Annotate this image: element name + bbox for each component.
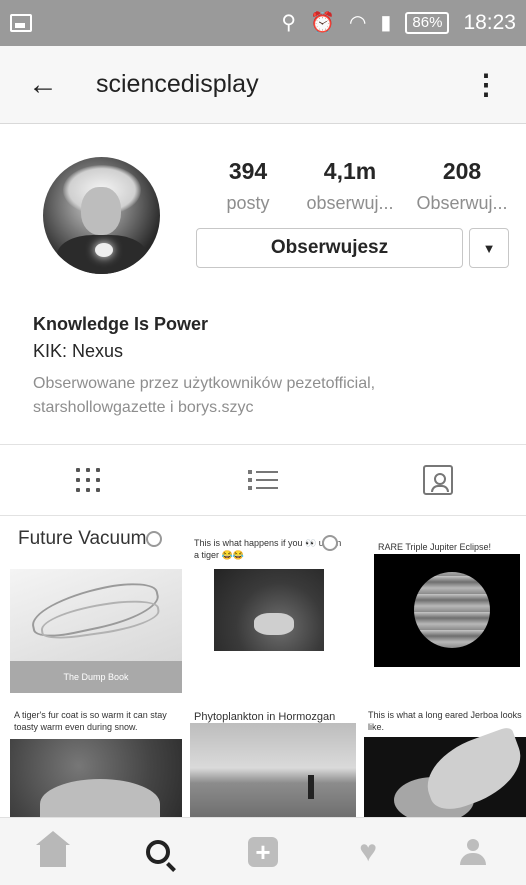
stat-posts-label: posty [226,193,270,213]
profile-username: sciencedisplay [96,70,259,98]
post-image [214,569,324,651]
stat-following-count: 208 [442,158,482,184]
nav-profile[interactable] [443,827,503,877]
nav-search[interactable] [128,827,188,877]
caret-down-icon: ▼ [482,240,496,256]
tab-list[interactable] [175,445,350,515]
heart-icon: ♥ [359,834,378,868]
post-image [10,739,182,817]
stat-followers-count: 4,1m [323,158,377,184]
stat-posts-count: 394 [228,158,268,184]
post-image [10,569,182,661]
nav-activity[interactable]: ♥ [338,827,398,877]
grid-icon [75,468,100,492]
nav-add-post[interactable]: + [233,827,293,877]
bio-text: KIK: Nexus [33,341,124,361]
clock: 18:23 [463,11,516,34]
tab-tagged[interactable] [351,445,526,515]
post-thumbnail[interactable]: A tiger's fur coat is so warm it can sta… [10,703,182,817]
post-thumbnail[interactable]: Future Vacuum The Dump Book [10,517,182,695]
post-thumbnail[interactable]: Phytoplankton in Hormozgan [190,703,356,817]
post-image [364,725,526,817]
tagged-person-icon [423,465,454,495]
alarm-icon: ⏰ [310,12,335,34]
tab-grid[interactable] [0,445,175,515]
stat-following[interactable]: 208 Obserwuj... [408,158,516,214]
post-thumbnail[interactable]: This is what happens if you 👀 up on a ti… [190,517,356,695]
post-image [190,723,356,817]
followed-by-text[interactable]: Obserwowane przez użytkowników pezetoffi… [33,372,503,420]
profile-icon [458,837,488,867]
post-caption: Future Vacuum [18,528,147,549]
post-caption: A tiger's fur coat is so warm it can sta… [14,710,167,732]
stat-followers-label: obserwuj... [306,193,394,213]
home-icon [35,830,70,867]
posts-grid: Future Vacuum The Dump Book This is what… [0,517,526,817]
post-thumbnail[interactable]: This is what a long eared Jerboa looks l… [364,703,526,817]
video-icon [322,535,338,551]
image-notification-icon [10,14,32,32]
profile-name: Knowledge Is Power [33,314,209,334]
status-bar: ⚲ ⏰ ◠ ▮ 86% 18:23 [0,0,526,46]
wifi-icon: ◠ [348,12,367,34]
more-options-icon[interactable]: ⋮ [472,68,500,101]
stat-followers[interactable]: 4,1m obserwuj... [298,158,402,214]
battery-indicator: 86% [405,12,450,34]
profile-stats: 394 posty 4,1m obserwuj... 208 Obserwuj.… [200,158,520,218]
avatar[interactable] [43,157,160,274]
stat-following-label: Obserwuj... [416,193,508,213]
stat-posts[interactable]: 394 posty [218,158,278,214]
post-tagline: The Dump Book [10,661,182,693]
search-icon [145,839,170,864]
plus-icon: + [247,836,278,867]
post-caption: RARE Triple Jupiter Eclipse! [378,542,492,552]
following-button[interactable]: Obserwujesz [196,228,463,268]
carousel-icon [146,531,162,547]
back-arrow-icon[interactable]: ← [28,68,68,102]
nav-home[interactable] [23,827,83,877]
suggestions-dropdown-button[interactable]: ▼ [469,228,509,268]
profile-view-tabs [0,444,526,516]
location-icon: ⚲ [281,12,297,34]
top-bar: ← sciencedisplay ⋮ [0,46,526,124]
bottom-navigation: + ♥ [0,817,526,885]
signal-icon: ▮ [380,12,392,34]
list-icon [247,466,278,494]
post-caption: Phytoplankton in Hormozgan [194,711,336,723]
post-image [374,554,520,667]
post-thumbnail[interactable]: RARE Triple Jupiter Eclipse! [374,517,520,695]
profile-bio: Knowledge Is Power KIK: Nexus Obserwowan… [33,314,503,420]
